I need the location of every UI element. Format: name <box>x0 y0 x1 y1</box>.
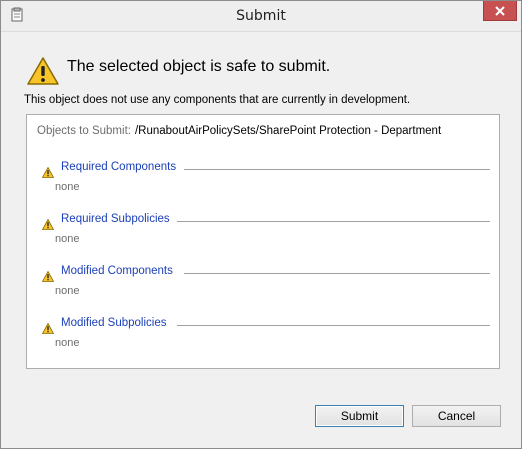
warning-icon <box>41 319 55 334</box>
details-panel: Objects to Submit:/RunaboutAirPolicySets… <box>26 114 500 369</box>
title-bar: Submit <box>1 1 521 32</box>
section-divider <box>184 273 490 274</box>
section-required-subpolicies: Required Subpolicies none <box>41 213 490 253</box>
warning-icon <box>41 215 55 230</box>
dialog-content: The selected object is safe to submit. T… <box>9 32 513 440</box>
objects-path: /RunaboutAirPolicySets/SharePoint Protec… <box>134 125 442 137</box>
section-divider <box>177 221 490 222</box>
cancel-button[interactable]: Cancel <box>412 405 501 427</box>
objects-label: Objects to Submit: <box>37 125 131 137</box>
section-header: Modified Subpolicies <box>41 317 490 334</box>
section-value: none <box>55 337 80 349</box>
section-modified-subpolicies: Modified Subpolicies none <box>41 317 490 357</box>
submit-button[interactable]: Submit <box>315 405 404 427</box>
section-value: none <box>55 181 80 193</box>
section-value: none <box>55 285 80 297</box>
section-divider <box>184 169 490 170</box>
window-title: Submit <box>236 8 286 24</box>
section-value: none <box>55 233 80 245</box>
section-modified-components: Modified Components none <box>41 265 490 305</box>
section-header: Required Components <box>41 161 490 178</box>
section-divider <box>177 325 490 326</box>
section-title[interactable]: Modified Components <box>61 265 173 277</box>
subtext: This object does not use any components … <box>24 94 411 106</box>
close-button[interactable] <box>483 1 517 21</box>
close-icon <box>495 1 505 20</box>
warning-icon <box>26 56 60 86</box>
section-header: Modified Components <box>41 265 490 282</box>
warning-icon <box>41 163 55 178</box>
section-title[interactable]: Modified Subpolicies <box>61 317 166 329</box>
warning-icon <box>41 267 55 282</box>
submit-dialog: Submit The selected object is safe to su… <box>0 0 522 449</box>
section-title[interactable]: Required Components <box>61 161 176 173</box>
objects-to-submit: Objects to Submit:/RunaboutAirPolicySets… <box>37 125 441 137</box>
section-header: Required Subpolicies <box>41 213 490 230</box>
headline: The selected object is safe to submit. <box>67 58 331 75</box>
section-required-components: Required Components none <box>41 161 490 201</box>
section-title[interactable]: Required Subpolicies <box>61 213 170 225</box>
